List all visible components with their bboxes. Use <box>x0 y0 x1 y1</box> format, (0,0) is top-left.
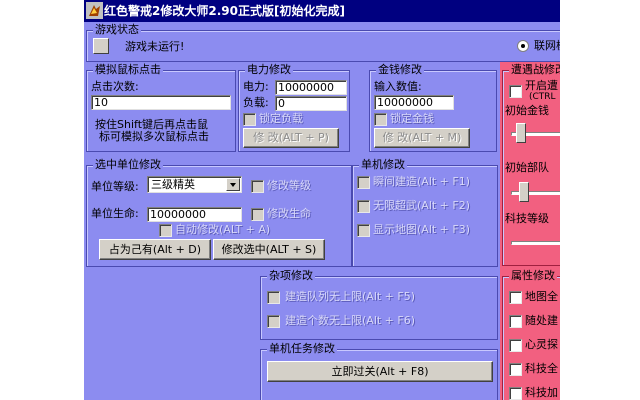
build-count-unlimited-checkbox[interactable] <box>267 315 280 328</box>
instant-build-label: 瞬间建造(Alt + F1) <box>373 175 471 188</box>
queue-unlimited-checkbox[interactable] <box>267 291 280 304</box>
init-money-label: 初始金钱 <box>505 104 549 117</box>
mission-legend: 单机任务修改 <box>267 342 337 356</box>
game-status-text: 游戏未运行! <box>125 40 185 53</box>
power-group: 电力修改 电力: 10000000 负载: 0 锁定负载 修 改(ALT + P… <box>238 63 350 152</box>
money-input-label: 输入数值: <box>374 80 422 93</box>
single-player-legend: 单机修改 <box>359 158 407 172</box>
unit-level-value: 三级精英 <box>151 178 195 191</box>
modify-life-label: 修改生命 <box>267 207 311 220</box>
lock-money-checkbox[interactable] <box>374 113 387 126</box>
pre-battle-panel: 遭遇战修改 开启遭 (CTRL 初始金钱 初始部队 科技等级 <box>500 62 560 268</box>
app-icon <box>86 2 103 19</box>
attributes-panel: 属性修改 地图全 随处建 心灵探 科技全 科技加 <box>500 268 560 400</box>
power-legend: 电力修改 <box>245 63 293 77</box>
auto-modify-checkbox[interactable] <box>159 224 172 237</box>
attr-checkbox-5[interactable] <box>509 387 522 400</box>
mouse-sim-hint-2: 标可模拟多次鼠标点击 <box>99 130 209 143</box>
modify-level-label: 修改等级 <box>267 179 311 192</box>
main-window: 红色警戒2修改大师2.90正式版[初始化完成] 游戏状态 游戏未运行! 联网模 … <box>84 0 560 400</box>
init-money-slider-thumb[interactable] <box>515 123 526 143</box>
queue-unlimited-label: 建造队列无上限(Alt + F5) <box>285 290 416 303</box>
attr-checkbox-3[interactable] <box>509 339 522 352</box>
selected-unit-legend: 选中单位修改 <box>93 158 163 172</box>
single-player-group: 单机修改 瞬间建造(Alt + F1) 无限超武(Alt + F2) 显示地图(… <box>352 158 498 267</box>
load-label: 负载: <box>243 96 269 109</box>
misc-legend: 杂项修改 <box>267 269 315 283</box>
attr-checkbox-1[interactable] <box>509 291 522 304</box>
reveal-map-checkbox[interactable] <box>357 224 370 237</box>
title-bar[interactable]: 红色警戒2修改大师2.90正式版[初始化完成] <box>84 0 560 22</box>
tech-level-label: 科技等级 <box>505 212 549 225</box>
lock-load-label: 锁定负载 <box>259 112 303 125</box>
dropdown-arrow-icon[interactable] <box>226 178 240 191</box>
unlimited-superweapon-checkbox[interactable] <box>357 200 370 213</box>
money-group: 金钱修改 输入数值: 10000000 锁定金钱 修 改(ALT + M) <box>369 63 497 152</box>
init-units-label: 初始部队 <box>505 161 549 174</box>
load-input[interactable]: 0 <box>275 96 347 111</box>
power-input[interactable]: 10000000 <box>275 80 347 95</box>
modify-selected-button[interactable]: 修改选中(ALT + S) <box>213 239 325 260</box>
unit-life-input[interactable]: 10000000 <box>147 207 242 222</box>
enable-pre-battle-sub: (CTRL <box>529 92 556 102</box>
attr-label-5: 科技加 <box>525 386 558 399</box>
power-modify-button[interactable]: 修 改(ALT + P) <box>243 128 339 148</box>
attributes-group: 属性修改 地图全 随处建 心灵探 科技全 科技加 <box>502 269 560 400</box>
enable-pre-battle-checkbox[interactable] <box>509 85 522 98</box>
attr-label-2: 随处建 <box>525 314 558 327</box>
tech-level-slider[interactable] <box>511 241 560 245</box>
unlimited-superweapon-label: 无限超武(Alt + F2) <box>373 199 471 212</box>
money-modify-button[interactable]: 修 改(ALT + M) <box>374 128 470 148</box>
window-title: 红色警戒2修改大师2.90正式版[初始化完成] <box>104 4 345 18</box>
attributes-legend: 属性修改 <box>509 269 557 283</box>
lock-money-label: 锁定金钱 <box>390 112 434 125</box>
modify-level-checkbox[interactable] <box>251 180 264 193</box>
init-units-slider-thumb[interactable] <box>518 182 529 202</box>
game-status-legend: 游戏状态 <box>93 23 141 37</box>
mouse-sim-legend: 模拟鼠标点击 <box>93 63 163 77</box>
mouse-sim-group: 模拟鼠标点击 点击次数: 10 按住Shift键后再点击鼠 标可模拟多次鼠标点击 <box>86 63 236 152</box>
money-input[interactable]: 10000000 <box>374 95 454 110</box>
misc-group: 杂项修改 建造队列无上限(Alt + F5) 建造个数无上限(Alt + F6) <box>260 269 498 340</box>
money-legend: 金钱修改 <box>376 63 424 77</box>
game-status-group: 游戏状态 游戏未运行! 联网模 <box>86 23 560 62</box>
modify-life-checkbox[interactable] <box>251 208 264 221</box>
attr-checkbox-2[interactable] <box>509 315 522 328</box>
power-label: 电力: <box>243 80 269 93</box>
attr-label-1: 地图全 <box>525 290 558 303</box>
online-mode-label: 联网模 <box>534 39 560 52</box>
game-status-indicator <box>93 38 109 54</box>
pre-battle-legend: 遭遇战修改 <box>509 63 560 77</box>
pre-battle-group: 遭遇战修改 开启遭 (CTRL 初始金钱 初始部队 科技等级 <box>502 63 560 266</box>
instant-build-checkbox[interactable] <box>357 176 370 189</box>
build-count-unlimited-label: 建造个数无上限(Alt + F6) <box>285 314 416 327</box>
online-mode-radio[interactable] <box>517 40 529 52</box>
unit-life-label: 单位生命: <box>91 207 139 220</box>
attr-checkbox-4[interactable] <box>509 363 522 376</box>
attr-label-3: 心灵探 <box>525 338 558 351</box>
clicks-input[interactable]: 10 <box>91 95 231 110</box>
auto-modify-label: 自动修改(ALT + A) <box>175 223 271 236</box>
lock-load-checkbox[interactable] <box>243 113 256 126</box>
win-mission-button[interactable]: 立即过关(Alt + F8) <box>267 361 493 382</box>
selected-unit-group: 选中单位修改 单位等级: 三级精英 修改等级 单位生命: 10000000 修改… <box>86 158 352 267</box>
own-unit-button[interactable]: 占为己有(Alt + D) <box>99 239 211 260</box>
unit-level-select[interactable]: 三级精英 <box>147 176 242 193</box>
clicks-label: 点击次数: <box>91 80 139 93</box>
reveal-map-label: 显示地图(Alt + F3) <box>373 223 471 236</box>
attr-label-4: 科技全 <box>525 362 558 375</box>
unit-level-label: 单位等级: <box>91 180 139 193</box>
mission-group: 单机任务修改 立即过关(Alt + F8) <box>260 342 498 400</box>
